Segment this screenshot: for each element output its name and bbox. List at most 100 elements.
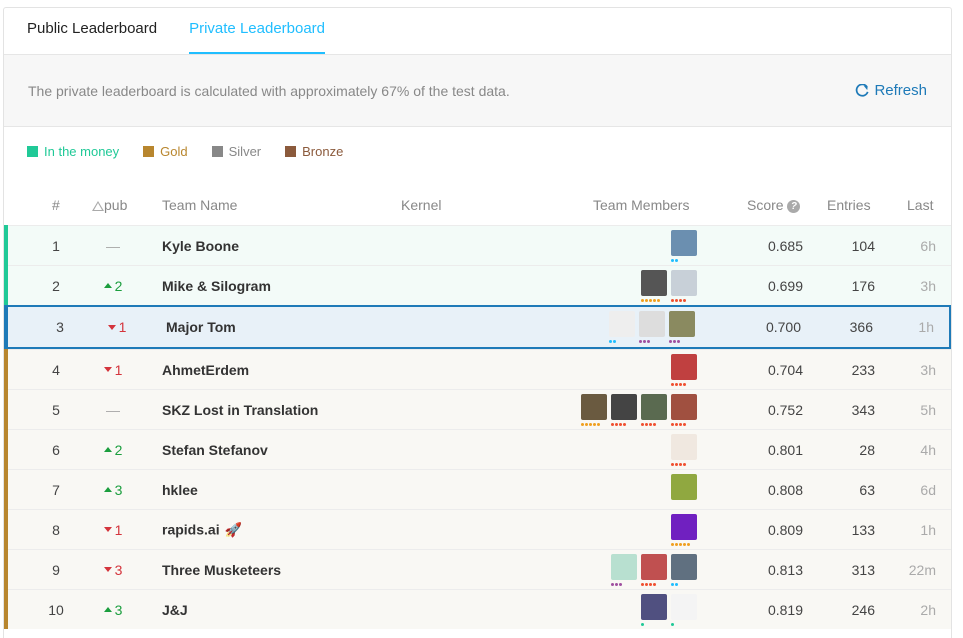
rank-cell: 5 [52, 401, 60, 418]
avatar[interactable] [671, 593, 697, 626]
avatar[interactable] [671, 229, 697, 262]
table-row[interactable]: 10 3 J&J 0.819 246 2h [4, 589, 951, 629]
rank-cell: 9 [52, 561, 60, 578]
last-submission: 3h [920, 277, 936, 294]
table-row[interactable]: 5 — SKZ Lost in Translation 0.752 343 5h [4, 389, 951, 429]
avatar[interactable] [671, 393, 697, 426]
avatar[interactable] [671, 353, 697, 386]
avatar[interactable] [641, 553, 667, 586]
avatar[interactable] [671, 473, 697, 506]
table-row[interactable]: 1 — Kyle Boone 0.685 104 6h [4, 225, 951, 265]
medal-bar [4, 429, 8, 469]
table-row[interactable]: 4 1 AhmetErdem 0.704 233 3h [4, 349, 951, 389]
rank-change: 3 [96, 482, 130, 498]
avatar[interactable] [641, 593, 667, 626]
arrow-up-icon [103, 447, 112, 452]
medal-bar [4, 389, 8, 429]
avatar[interactable] [611, 393, 637, 426]
rank-change: 1 [96, 362, 130, 378]
entries-cell: 246 [851, 601, 875, 618]
arrow-down-icon [107, 324, 116, 330]
entries-cell: 233 [851, 361, 875, 378]
table-row[interactable]: 2 2 Mike & Silogram 0.699 176 3h [4, 265, 951, 305]
legend-label: Silver [228, 143, 262, 159]
table-row[interactable]: 3 1 Major Tom 0.700 366 1h [4, 305, 951, 349]
avatar[interactable] [581, 393, 607, 426]
table-row[interactable]: 6 2 Stefan Stefanov 0.801 28 4h [4, 429, 951, 469]
team-name[interactable]: rapids.ai 🚀 [162, 521, 242, 538]
entries-cell: 176 [851, 277, 875, 294]
rank-change: 1 [96, 522, 130, 538]
arrow-down-icon [103, 367, 112, 372]
avatar[interactable] [641, 393, 667, 426]
avatar[interactable] [611, 553, 637, 586]
medal-bar [4, 349, 8, 389]
rank-cell: 2 [52, 277, 60, 294]
score-cell: 0.704 [767, 361, 803, 378]
team-members [641, 593, 697, 626]
entries-cell: 343 [851, 401, 875, 418]
avatar[interactable] [671, 513, 697, 546]
team-name[interactable]: Three Musketeers [162, 562, 281, 578]
team-name[interactable]: Mike & Silogram [162, 278, 271, 294]
team-members [671, 473, 697, 506]
team-name[interactable]: Kyle Boone [162, 238, 239, 254]
team-name[interactable]: J&J [162, 602, 188, 618]
entries-cell: 104 [851, 237, 875, 254]
avatar[interactable] [671, 553, 697, 586]
team-members [609, 311, 695, 343]
table-row[interactable]: 9 3 Three Musketeers 0.813 313 22m [4, 549, 951, 589]
last-submission: 4h [920, 441, 936, 458]
team-members [671, 513, 697, 546]
score-cell: 0.699 [767, 277, 803, 294]
header-last[interactable]: Last [907, 197, 933, 213]
medal-bar [4, 589, 8, 629]
help-icon[interactable]: ? [787, 200, 801, 213]
tab-private-leaderboard[interactable]: Private Leaderboard [189, 8, 326, 54]
medal-bar [4, 549, 8, 589]
team-members [671, 353, 697, 386]
header-delta[interactable]: pub [92, 197, 127, 213]
entries-cell: 133 [851, 521, 875, 538]
entries-cell: 63 [859, 481, 875, 498]
leaderboard-tabs: Public Leaderboard Private Leaderboard [4, 8, 951, 55]
medal-bar [4, 225, 8, 265]
team-name[interactable]: AhmetErdem [162, 362, 249, 378]
header-score[interactable]: Score ? [747, 197, 801, 213]
header-team-members: Team Members [593, 197, 690, 213]
avatar[interactable] [671, 433, 697, 466]
legend-label: In the money [44, 143, 120, 159]
info-text: The private leaderboard is calculated wi… [28, 82, 510, 99]
legend-label: Gold [160, 143, 188, 159]
score-cell: 0.809 [767, 521, 803, 538]
refresh-button[interactable]: Refresh [855, 82, 927, 99]
arrow-up-icon [103, 487, 112, 492]
delta-icon [92, 201, 104, 211]
table-row[interactable]: 7 3 hklee 0.808 63 6d [4, 469, 951, 509]
score-cell: 0.808 [767, 481, 803, 498]
last-submission: 22m [908, 561, 936, 578]
avatar[interactable] [609, 311, 635, 343]
avatar[interactable] [641, 269, 667, 302]
info-bar: The private leaderboard is calculated wi… [4, 55, 951, 127]
medal-legend: In the money Gold Silver Bronze [4, 127, 951, 175]
avatar[interactable] [669, 311, 695, 343]
team-name[interactable]: SKZ Lost in Translation [162, 402, 318, 418]
avatar[interactable] [639, 311, 665, 343]
last-submission: 5h [920, 401, 936, 418]
table-row[interactable]: 8 1 rapids.ai 🚀 0.809 133 1h [4, 509, 951, 549]
score-cell: 0.819 [767, 601, 803, 618]
score-cell: 0.685 [767, 237, 803, 254]
tab-public-leaderboard[interactable]: Public Leaderboard [27, 8, 157, 54]
team-name[interactable]: Major Tom [166, 319, 236, 335]
legend-item: In the money [27, 144, 119, 159]
team-name[interactable]: hklee [162, 482, 198, 498]
entries-cell: 366 [849, 319, 873, 335]
team-name[interactable]: Stefan Stefanov [162, 442, 268, 458]
header-entries[interactable]: Entries [827, 197, 871, 213]
medal-bar [4, 265, 8, 305]
header-team-name[interactable]: Team Name [162, 197, 237, 213]
team-members [671, 433, 697, 466]
avatar[interactable] [671, 269, 697, 302]
rank-cell: 1 [52, 237, 60, 254]
